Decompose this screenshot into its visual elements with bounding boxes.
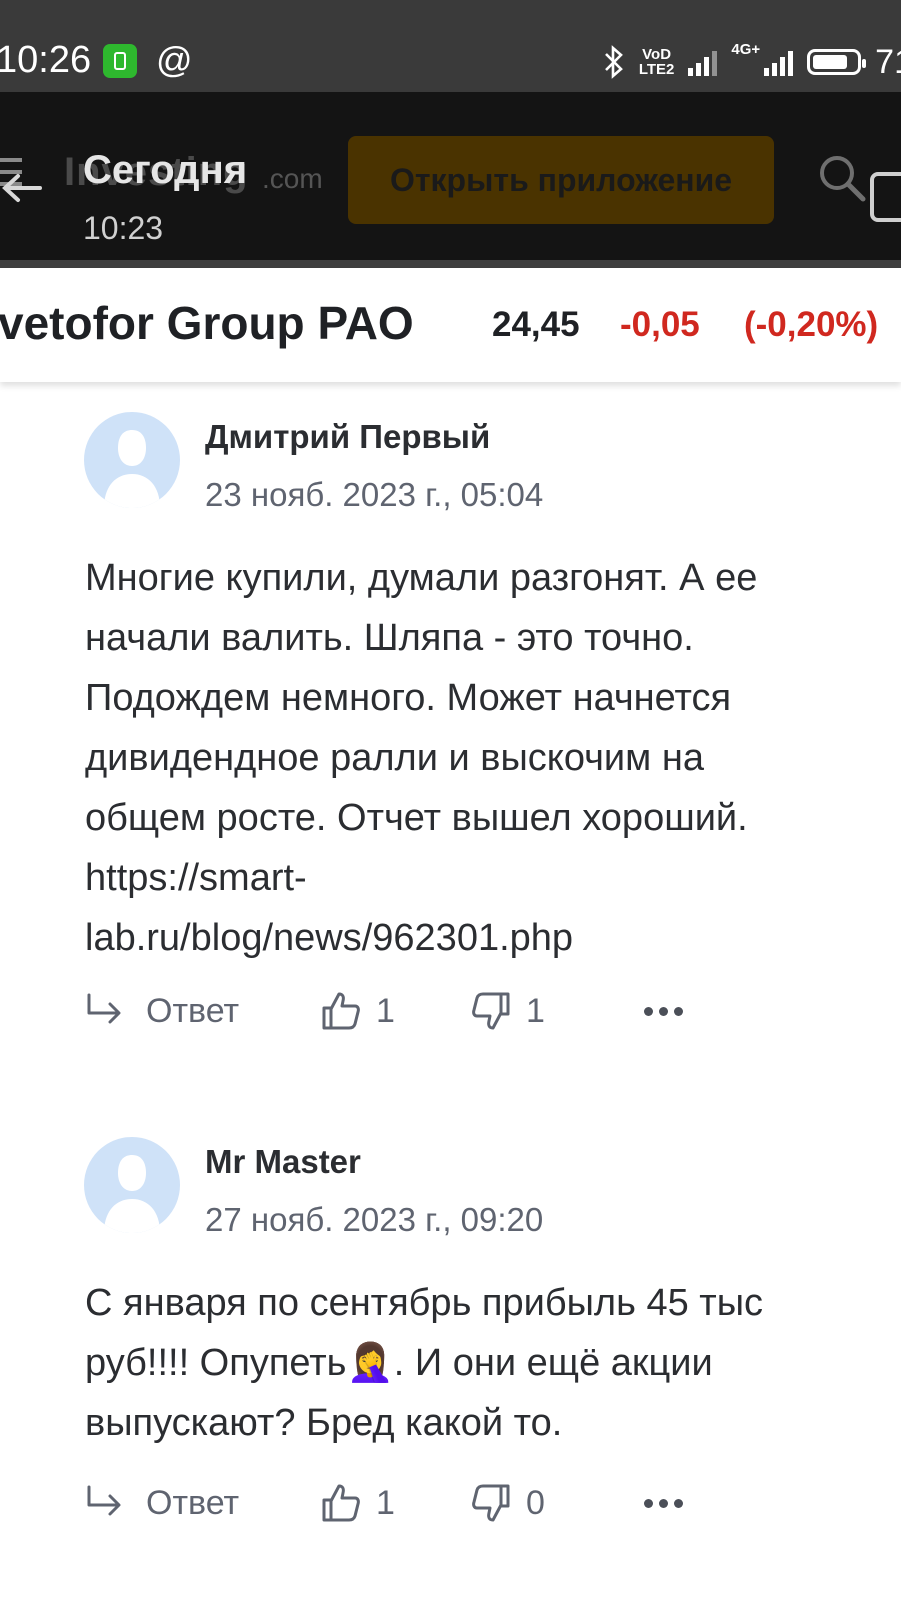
comment-date: 23 нояб. 2023 г., 05:04 [205,476,544,513]
thumbs-up-icon [322,992,360,1030]
app-notification-icon [103,44,137,78]
user-placeholder-icon [104,430,160,508]
comment-link-line[interactable]: lab.ru/blog/news/962301.php [85,908,885,968]
thumbs-down-icon [472,992,510,1030]
open-app-button[interactable]: Открыть приложение [348,136,774,224]
status-time: 10:26 [0,39,92,81]
instrument-change: -0,05 [620,305,700,344]
like-count: 1 [376,1483,395,1522]
network-4g-indicator: 4G+ [731,41,761,58]
search-icon[interactable] [816,152,868,204]
reply-label: Ответ [146,1483,240,1522]
site-logo-suffix: .com [262,163,323,194]
comment-actions: Ответ 1 0 [84,1479,884,1527]
more-options-icon[interactable] [644,1479,683,1527]
reply-icon [87,1485,121,1516]
comment-line: дивидендное ралли и выскочим на [85,737,704,779]
share-icon[interactable] [870,172,901,222]
back-arrow-icon[interactable] [0,168,44,208]
comment-body: Многие купили, думали разгонят. А ее нач… [85,548,885,968]
battery-percent: 71 [875,42,901,81]
signal-icon-2 [764,48,794,76]
page-subtitle-time: 10:23 [83,210,164,246]
comment-line: Многие купили, думали разгонят. А ее [85,557,758,599]
dislike-count: 1 [526,991,545,1030]
comment-line: Подождем немного. Может начнется [85,677,732,719]
user-placeholder-icon [104,1155,160,1233]
instrument-name: vetofor Group PAO [0,297,414,349]
comment: Дмитрий Первый 23 нояб. 2023 г., 05:04 М… [0,412,901,1052]
thumbs-down-icon [472,1484,510,1522]
instrument-price: 24,45 [492,305,580,344]
avatar[interactable] [84,412,180,508]
comment-link-line[interactable]: https://smart- [85,848,885,908]
comment-date: 27 нояб. 2023 г., 09:20 [205,1201,544,1238]
battery-icon [807,49,867,75]
reply-button[interactable]: Ответ [84,987,239,1035]
comment-line: С января по сентябрь прибыль 45 тыс [85,1282,764,1324]
app-bar-divider [0,260,901,268]
comment-author[interactable]: Дмитрий Первый [205,418,490,456]
at-icon: @ [156,39,193,80]
like-count: 1 [376,991,395,1030]
instrument-change-percent: (-0,20%) [744,305,879,344]
reply-label: Ответ [146,991,240,1030]
comment-body: С января по сентябрь прибыль 45 тыс руб!… [85,1273,885,1453]
comment-line: начали валить. Шляпа - это точно. [85,617,694,659]
dislike-button[interactable]: 1 [470,987,545,1035]
signal-icon [688,48,718,76]
status-indicators: VoD LTE2 4G+ 71 [603,40,901,84]
like-button[interactable]: 1 [320,987,395,1035]
comment-line: руб!!!! Опупеть🤦‍♀️. И они ещё акции [85,1342,713,1384]
dislike-count: 0 [526,1483,545,1522]
comment-line: выпускают? Бред какой то. [85,1402,563,1444]
page-title: Сегодня [83,148,248,192]
comment: Mr Master 27 нояб. 2023 г., 09:20 С янва… [0,1137,901,1567]
more-options-icon[interactable] [644,987,683,1035]
volte-indicator: VoD LTE2 [638,46,675,78]
status-bar: 10:26 @ VoD LTE2 4G+ 71 [0,0,901,92]
comment-actions: Ответ 1 1 [84,987,884,1035]
comment-author[interactable]: Mr Master [205,1143,361,1181]
thumbs-up-icon [322,1484,360,1522]
reply-icon [87,993,121,1024]
bluetooth-icon [604,45,623,79]
like-button[interactable]: 1 [320,1479,395,1527]
avatar[interactable] [84,1137,180,1233]
dislike-button[interactable]: 0 [470,1479,545,1527]
reply-button[interactable]: Ответ [84,1479,239,1527]
comment-line: общем росте. Отчет вышел хороший. [85,797,748,839]
